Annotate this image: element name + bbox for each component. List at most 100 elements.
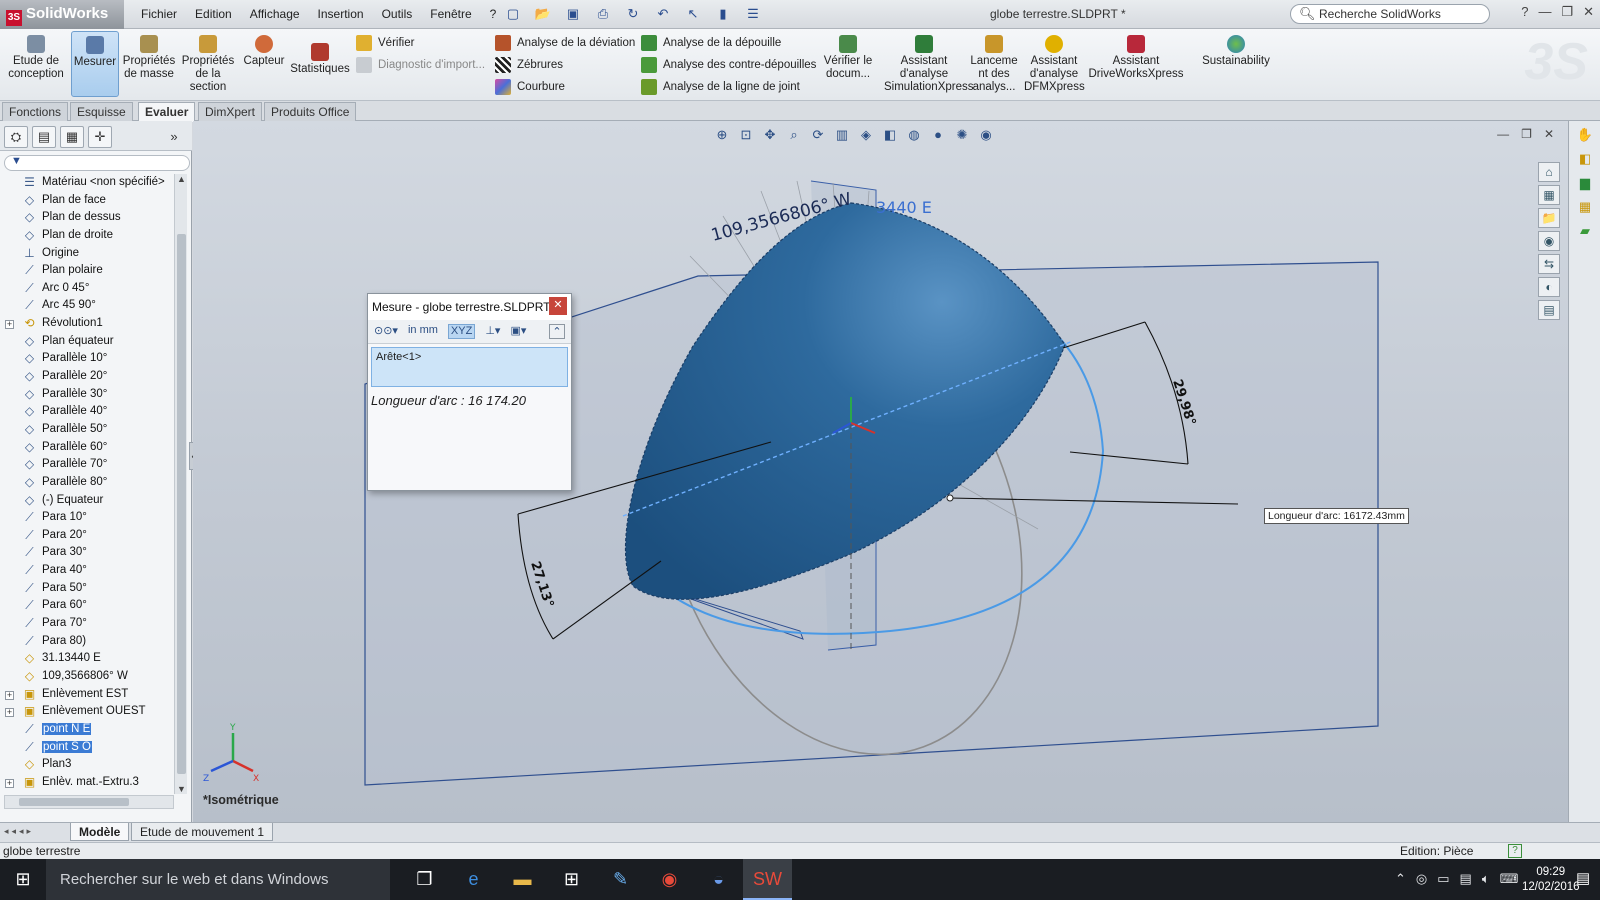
tree-item[interactable]: ◇ Plan de droite <box>0 227 176 245</box>
notifications-icon[interactable]: ▤ <box>1576 869 1590 887</box>
file-explorer-taskbar-icon[interactable]: ▬ <box>498 859 547 900</box>
arc-circle-measure-icon[interactable]: ⊙⊙▾ <box>374 324 398 339</box>
measure-close-button[interactable]: ✕ <box>549 297 567 315</box>
solidworks-logo[interactable]: 3S SolidWorks <box>0 0 124 29</box>
tree-item[interactable]: + ⟲ Révolution1 <box>0 315 176 333</box>
select-icon[interactable]: ↖ <box>680 5 706 23</box>
minimize-button[interactable]: — <box>1538 4 1551 20</box>
tray-app-icon[interactable]: ◎ <box>1416 871 1427 887</box>
expand-panel-icon[interactable]: » <box>162 127 186 149</box>
tree-item[interactable]: ◇ Parallèle 30° <box>0 386 176 404</box>
tree-item[interactable]: ⟋ Para 60° <box>0 597 176 615</box>
sustainability-button[interactable]: Sustainability <box>1200 35 1272 68</box>
tree-item[interactable]: ◇ Plan3 <box>0 756 176 774</box>
folder-icon[interactable]: ▆ <box>1574 173 1596 193</box>
redo-icon[interactable]: ↻ <box>620 5 646 23</box>
tree-item[interactable]: ☰ Matériau <non spécifié> <box>0 174 176 192</box>
dfmxpress-button[interactable]: Assistant d'analyse DFMXpress <box>1024 35 1085 94</box>
clock[interactable]: 09:29 12/02/2016 <box>1522 865 1580 895</box>
tree-item[interactable]: ◇ Parallèle 10° <box>0 350 176 368</box>
tree-item[interactable]: ⟋ Para 40° <box>0 562 176 580</box>
draft-analysis-button[interactable]: Analyse de la dépouille <box>641 35 781 51</box>
tag-icon[interactable]: ◧ <box>1574 149 1596 169</box>
menu-fenetre[interactable]: Fenêtre <box>421 7 480 21</box>
windows-search-input[interactable]: Rechercher sur le web et dans Windows <box>46 859 390 900</box>
deviation-analysis-button[interactable]: Analyse de la déviation <box>495 35 635 51</box>
home-icon[interactable]: ⌂ <box>1538 162 1560 182</box>
google-earth-icon[interactable]: ◒ <box>694 859 743 900</box>
feature-tree-tab-icon[interactable]: ⛭ <box>4 126 28 148</box>
longitude-e-label[interactable]: 3440 E <box>876 198 932 217</box>
tab-produits-office[interactable]: Produits Office <box>264 102 357 121</box>
tab-esquisse[interactable]: Esquisse <box>70 102 133 121</box>
verify-button[interactable]: Vérifier <box>356 35 414 51</box>
tree-item[interactable]: + ▣ Enlèvement EST <box>0 686 176 704</box>
tree-item[interactable]: ◇ Parallèle 60° <box>0 439 176 457</box>
measure-selection-box[interactable]: Arête<1> <box>371 347 568 387</box>
tree-item[interactable]: ◇ Parallèle 20° <box>0 368 176 386</box>
save-icon[interactable]: ▣ <box>560 5 586 23</box>
tree-item[interactable]: ⟋ Plan polaire <box>0 262 176 280</box>
property-manager-tab-icon[interactable]: ▤ <box>32 126 56 148</box>
undercut-analysis-button[interactable]: Analyse des contre-dépouilles <box>641 57 816 73</box>
section-properties-button[interactable]: Propriétés de la section <box>180 35 236 94</box>
restore-button[interactable]: ❐ <box>1561 4 1573 20</box>
collapse-dialog-icon[interactable]: ⌃ <box>549 324 565 339</box>
volume-icon[interactable]: 🔈︎ <box>1482 871 1490 887</box>
expand-icon[interactable]: + <box>5 708 14 718</box>
expand-icon[interactable]: + <box>5 778 14 788</box>
network-icon[interactable]: ▤ <box>1460 871 1472 887</box>
undo-icon[interactable]: ↶ <box>650 5 676 23</box>
tree-item[interactable]: + ▣ Enlèvement OUEST <box>0 703 176 721</box>
chrome-icon[interactable]: ◉ <box>645 859 694 900</box>
tree-item[interactable]: + ▣ Enlèv. mat.-Extru.3 <box>0 774 176 792</box>
scroll-down-icon[interactable]: ▼ <box>175 784 188 794</box>
scroll-up-icon[interactable]: ▲ <box>175 174 188 184</box>
tab-motion-study[interactable]: Etude de mouvement 1 <box>131 823 274 841</box>
open-icon[interactable]: 📂 <box>530 5 556 23</box>
tree-item[interactable]: ⟋ Para 80) <box>0 633 176 651</box>
menu-outils[interactable]: Outils <box>373 7 422 21</box>
edge-icon[interactable]: e <box>449 859 498 900</box>
task-view-icon[interactable]: ❐ <box>400 859 449 900</box>
rebuild-icon[interactable]: ▮ <box>710 5 736 23</box>
store-icon[interactable]: ⊞ <box>547 859 596 900</box>
solidworks-taskbar-icon[interactable]: SW <box>743 859 792 900</box>
tree-vertical-scrollbar[interactable]: ▲ ▼ <box>174 174 187 794</box>
windows-start-icon[interactable]: ⊞ <box>0 859 46 900</box>
tree-item[interactable]: ◇ Parallèle 50° <box>0 421 176 439</box>
tree-item[interactable]: ◇ 31.13440 E <box>0 650 176 668</box>
zebra-stripes-button[interactable]: Zébrures <box>495 57 563 73</box>
menu-affichage[interactable]: Affichage <box>241 7 309 21</box>
layers-icon[interactable]: ▰ <box>1574 221 1596 241</box>
tree-item[interactable]: ⟋ Para 70° <box>0 615 176 633</box>
tab-navigation-icon[interactable]: ◂◂◂▸ <box>4 826 34 837</box>
sensor-button[interactable]: Capteur <box>240 35 288 68</box>
custom-properties-icon[interactable]: ◐ <box>1538 277 1560 297</box>
simulationxpress-button[interactable]: Assistant d'analyse SimulationXpress <box>884 35 973 94</box>
configuration-manager-tab-icon[interactable]: ▦ <box>60 126 84 148</box>
tree-item[interactable]: ⟋ Para 20° <box>0 527 176 545</box>
tab-evaluer[interactable]: Evaluer <box>138 102 196 122</box>
import-diagnostic-button[interactable]: Diagnostic d'import... <box>356 57 485 73</box>
tree-item[interactable]: ⟋ point N E <box>0 721 176 739</box>
xyz-measure-icon[interactable]: XYZ <box>447 324 476 339</box>
menu-insertion[interactable]: Insertion <box>309 7 373 21</box>
arc-pick-point[interactable] <box>946 494 954 502</box>
expand-icon[interactable]: + <box>5 690 14 700</box>
analysis-launcher-button[interactable]: Lanceme nt des analys... <box>966 35 1022 94</box>
tree-item[interactable]: ⟋ Para 50° <box>0 580 176 598</box>
close-button[interactable]: ✕ <box>1583 4 1594 20</box>
file-explorer-icon[interactable]: 📁 <box>1538 208 1560 228</box>
tree-item[interactable]: ⟋ Arc 0 45° <box>0 280 176 298</box>
tree-item[interactable]: ⟋ Para 10° <box>0 509 176 527</box>
dimxpert-manager-tab-icon[interactable]: ✛ <box>88 126 112 148</box>
toolbox-icon[interactable]: ✋ <box>1574 125 1596 145</box>
tree-item[interactable]: ⊥ Origine <box>0 245 176 263</box>
parts-icon[interactable]: ▦ <box>1574 197 1596 217</box>
tree-item[interactable]: ⟋ point S O <box>0 739 176 757</box>
tree-item[interactable]: ◇ (-) Equateur <box>0 492 176 510</box>
parting-line-analysis-button[interactable]: Analyse de la ligne de joint <box>641 79 800 95</box>
driveworksxpress-button[interactable]: Assistant DriveWorksXpress <box>1088 35 1184 81</box>
tree-item[interactable]: ⟋ Para 30° <box>0 544 176 562</box>
